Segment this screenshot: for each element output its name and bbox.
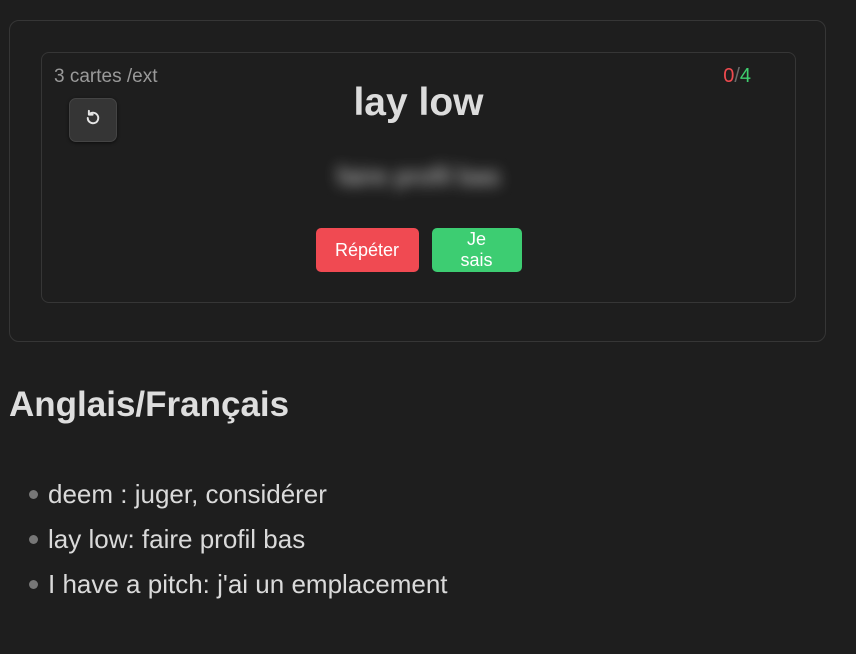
flashcard: 3 cartes /ext 0/4 lay low faire profil b…	[41, 52, 796, 303]
section-title: Anglais/Français	[9, 385, 290, 424]
list-item-text: lay low: faire profil bas	[48, 524, 306, 554]
flashcard-panel: 3 cartes /ext 0/4 lay low faire profil b…	[9, 20, 826, 342]
list-item-text: deem : juger, considérer	[48, 479, 327, 509]
flashcard-term: lay low	[353, 81, 484, 124]
vocab-list: deem : juger, considérer lay low: faire …	[29, 472, 448, 607]
list-item: lay low: faire profil bas	[29, 517, 448, 562]
list-item-text: I have a pitch: j'ai un emplacement	[48, 569, 448, 599]
flashcard-actions: Répéter Je sais	[42, 228, 795, 272]
list-item: I have a pitch: j'ai un emplacement	[29, 562, 448, 607]
bullet-icon	[29, 490, 38, 499]
bullet-icon	[29, 535, 38, 544]
flashcard-answer-hidden[interactable]: faire profil bas	[42, 161, 795, 192]
list-item: deem : juger, considérer	[29, 472, 448, 517]
bullet-icon	[29, 580, 38, 589]
repeat-button[interactable]: Répéter	[315, 228, 419, 272]
know-button[interactable]: Je sais	[431, 228, 522, 272]
